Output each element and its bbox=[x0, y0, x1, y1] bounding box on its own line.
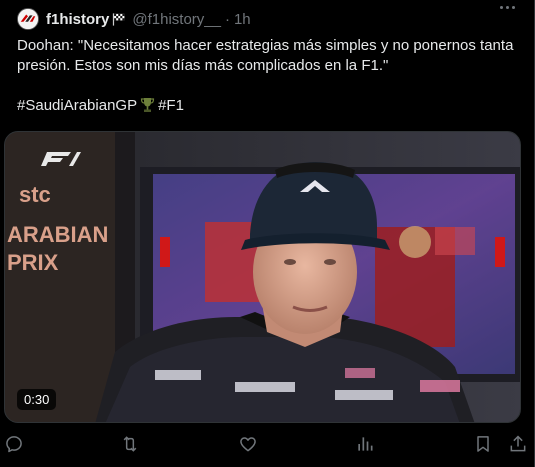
like-button[interactable] bbox=[238, 434, 258, 454]
trophy-icon bbox=[140, 98, 155, 112]
author-handle[interactable]: @f1history__ bbox=[132, 11, 221, 28]
tweet-text: Doohan: "Necesitamos hacer estrategias m… bbox=[17, 36, 522, 116]
video-duration-badge: 0:30 bbox=[17, 389, 57, 410]
more-dot-icon bbox=[505, 6, 509, 9]
author-display-name[interactable]: f1history bbox=[46, 11, 109, 28]
video-frame: stc ARABIAN PRIX bbox=[5, 132, 520, 422]
more-dot-icon bbox=[511, 6, 515, 9]
share-icon bbox=[510, 435, 526, 452]
heart-icon bbox=[240, 437, 256, 452]
svg-text:stc: stc bbox=[19, 182, 51, 207]
reply-button[interactable] bbox=[4, 434, 24, 454]
svg-text:ARABIAN: ARABIAN bbox=[7, 222, 108, 247]
tweet-quote: Doohan: "Necesitamos hacer estrategias m… bbox=[17, 37, 514, 74]
reply-icon bbox=[6, 436, 22, 453]
post-timestamp[interactable]: 1h bbox=[234, 11, 251, 28]
action-bar bbox=[0, 430, 535, 458]
repost-button[interactable] bbox=[120, 434, 140, 454]
more-dot-icon bbox=[499, 6, 503, 9]
hashtag-line: #SaudiArabianGP #F1 bbox=[17, 96, 522, 116]
hashtag-f1[interactable]: #F1 bbox=[158, 97, 184, 114]
f1history-logo-icon bbox=[18, 9, 38, 29]
author-avatar[interactable] bbox=[17, 8, 39, 30]
repost-icon bbox=[123, 436, 137, 452]
video-player[interactable]: stc ARABIAN PRIX 0:30 bbox=[4, 131, 521, 423]
bookmark-icon bbox=[477, 436, 489, 452]
bookmark-button[interactable] bbox=[473, 434, 493, 454]
analytics-icon bbox=[358, 437, 373, 451]
more-options-button[interactable] bbox=[492, 0, 522, 26]
views-button[interactable] bbox=[355, 434, 375, 454]
tweet-card[interactable]: f1history @f1history__ · 1h Doohan: "Nec… bbox=[0, 0, 535, 467]
svg-text:PRIX: PRIX bbox=[7, 250, 59, 275]
checkered-flag-icon bbox=[113, 12, 125, 26]
tweet-header: f1history @f1history__ · 1h bbox=[46, 9, 251, 29]
separator-dot: · bbox=[224, 10, 230, 28]
hashtag-saudiarabiangp[interactable]: #SaudiArabianGP bbox=[17, 97, 137, 114]
share-button[interactable] bbox=[508, 434, 528, 454]
